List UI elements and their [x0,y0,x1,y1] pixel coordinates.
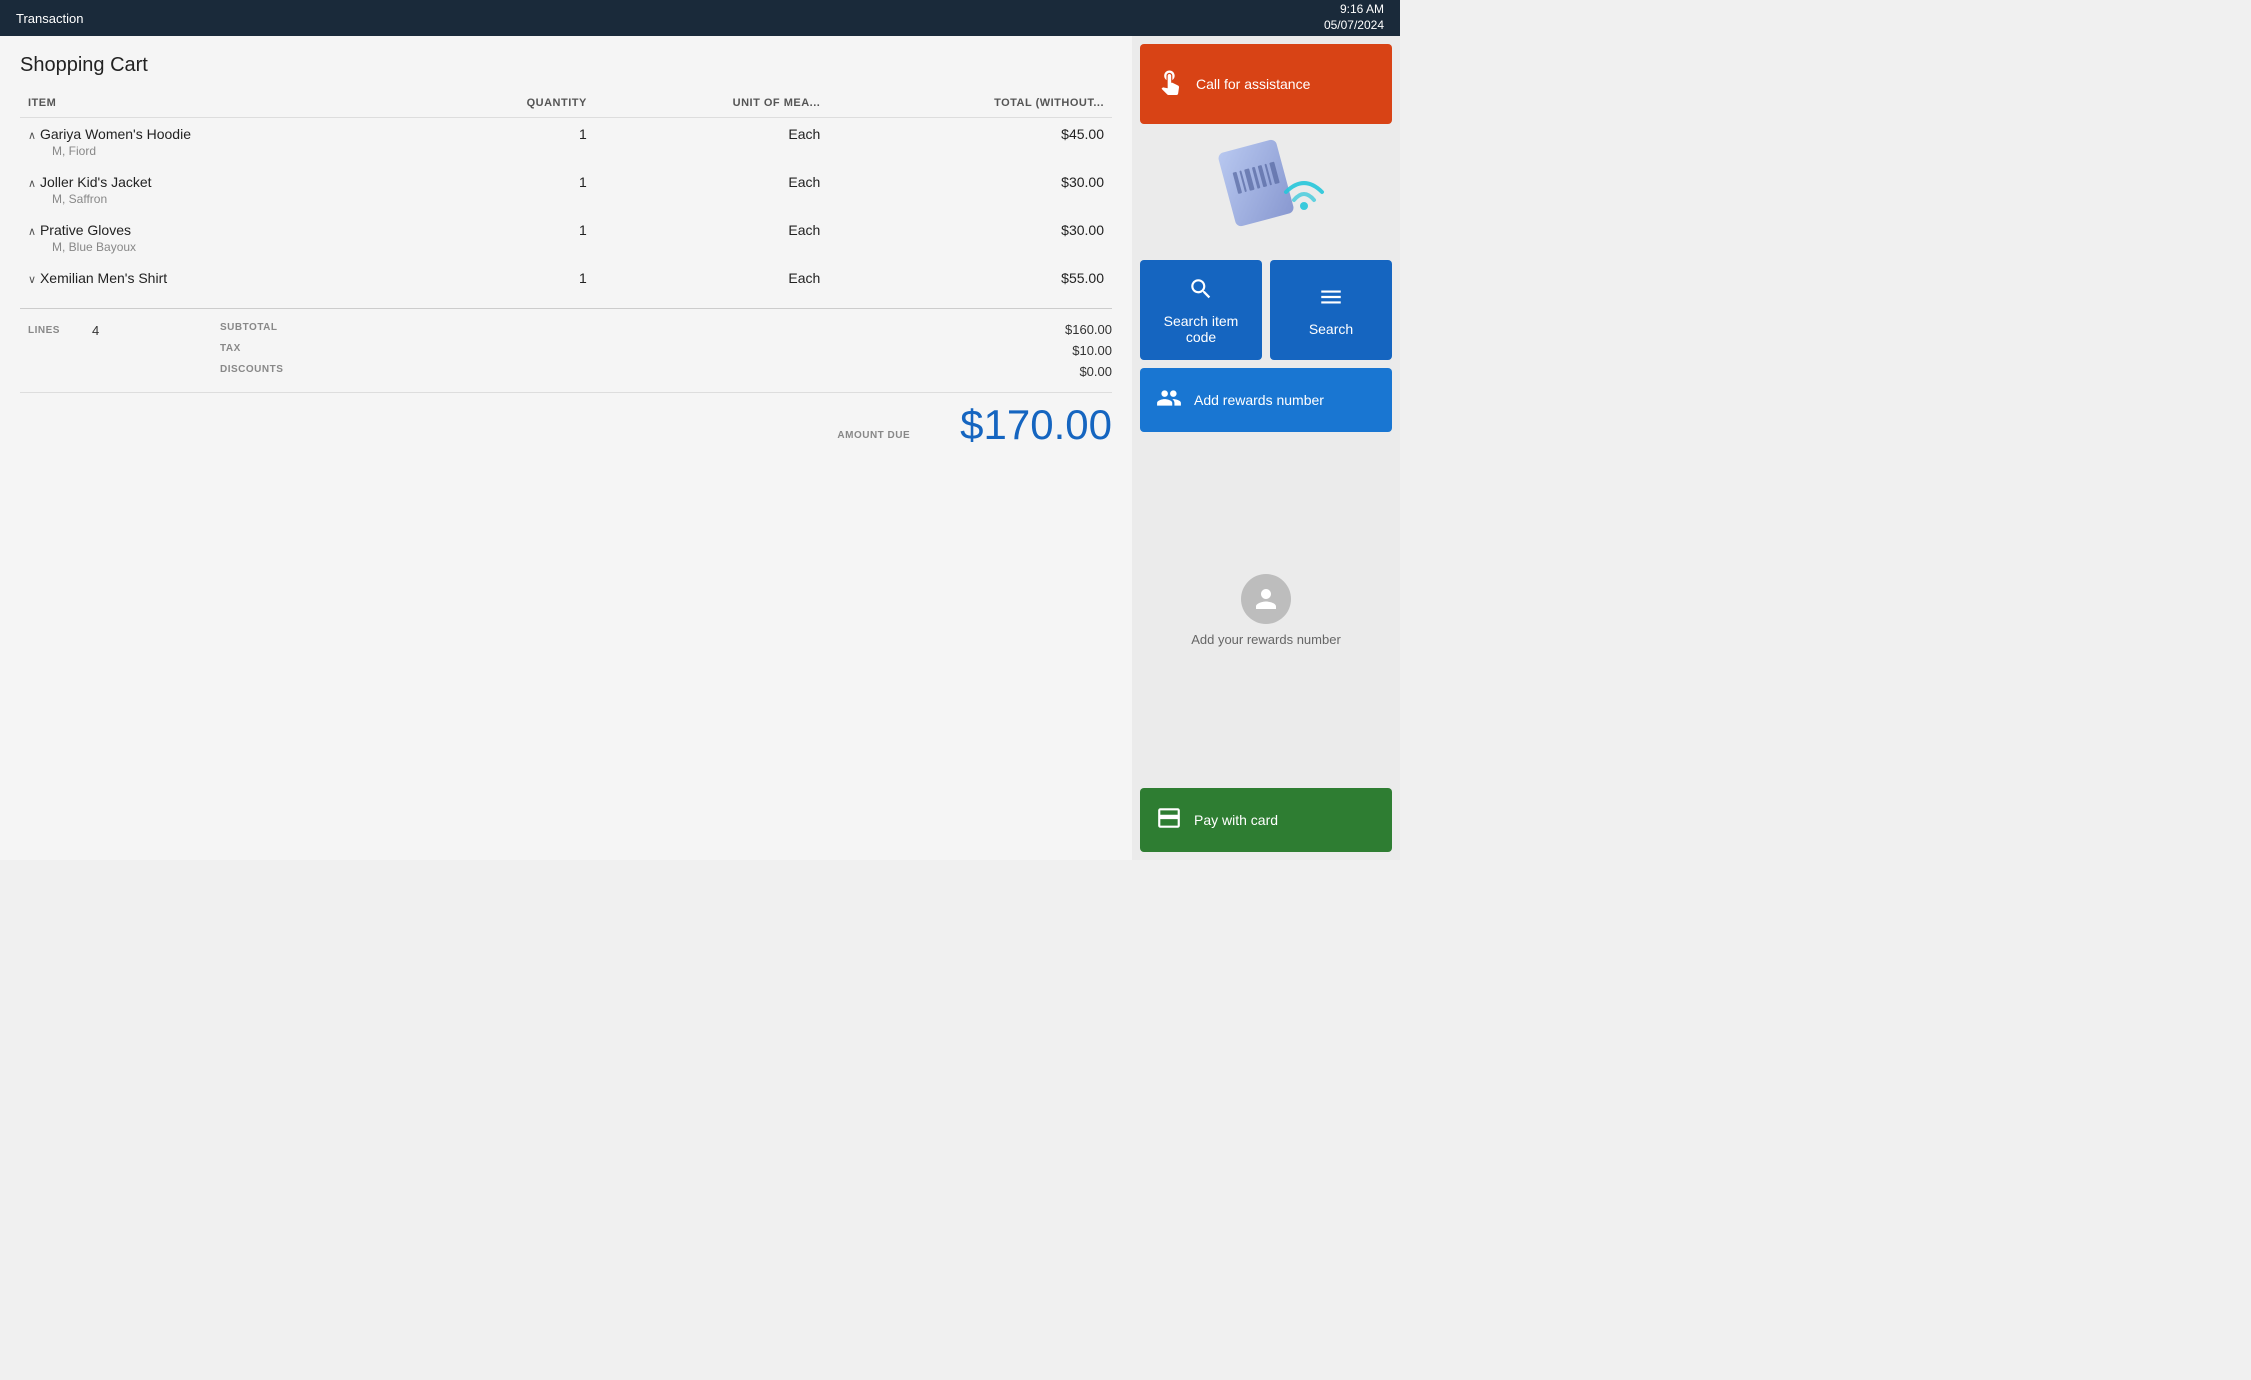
item-quantity: 1 [423,118,595,145]
date-display: 05/07/2024 [1324,18,1384,34]
table-row-subtext: M, Saffron [20,192,1112,214]
search-button[interactable]: Search [1270,260,1392,360]
call-assistance-label: Call for assistance [1196,76,1310,92]
item-name: Gariya Women's Hoodie [40,126,191,142]
app-title: Transaction [16,11,83,26]
item-name-cell: ∧ Gariya Women's Hoodie [20,118,423,145]
table-row-subtext: M, Fiord [20,144,1112,166]
discounts-row: DISCOUNTS $0.00 [220,361,1112,382]
item-subtext: M, Saffron [20,192,1112,214]
amount-due-value: $170.00 [960,401,1112,449]
subtotal-label: SUBTOTAL [220,322,278,337]
datetime-display: 9:16 AM 05/07/2024 [1324,2,1384,33]
cart-title: Shopping Cart [20,54,1112,77]
discounts-label: DISCOUNTS [220,364,283,379]
time-display: 9:16 AM [1324,2,1384,18]
item-name-cell: ∧ Joller Kid's Jacket [20,166,423,192]
uom-col-header: UNIT OF MEA... [595,91,828,118]
amount-due-label: AMOUNT DUE [837,430,910,449]
item-subtext: M, Blue Bayoux [20,240,1112,262]
table-row: ∧ Prative Gloves 1 Each $30.00 [20,214,1112,240]
rewards-avatar [1241,574,1291,624]
pay-with-card-button[interactable]: Pay with card [1140,788,1392,852]
bottom-info: LINES 4 SUBTOTAL $160.00 TAX $10.00 DISC… [20,308,1112,382]
rewards-placeholder-text: Add your rewards number [1191,632,1341,647]
item-name: Prative Gloves [40,222,131,238]
item-uom: Each [595,118,828,145]
item-name-cell: ∨ Xemilian Men's Shirt [20,262,423,288]
search-item-code-button[interactable]: Search item code [1140,260,1262,360]
collapse-icon[interactable]: ∧ [28,178,36,190]
item-quantity: 1 [423,262,595,288]
item-total: $45.00 [828,118,1112,145]
main-container: Shopping Cart ITEM QUANTITY UNIT OF MEA.… [0,36,1400,860]
right-panel: Call for assistance [1132,36,1400,860]
subtotal-value: $160.00 [1065,322,1112,337]
table-row: ∨ Xemilian Men's Shirt 1 Each $55.00 [20,262,1112,288]
call-assistance-button[interactable]: Call for assistance [1140,44,1392,124]
rewards-icon [1156,385,1182,415]
table-header-row: ITEM QUANTITY UNIT OF MEA... TOTAL (WITH… [20,91,1112,118]
item-quantity: 1 [423,214,595,240]
tax-row: TAX $10.00 [220,340,1112,361]
rewards-number-section: Add your rewards number [1140,440,1392,780]
table-row-subtext: M, Blue Bayoux [20,240,1112,262]
cart-bottom: LINES 4 SUBTOTAL $160.00 TAX $10.00 DISC… [20,308,1112,449]
item-subtext: M, Fiord [20,144,1112,166]
item-quantity: 1 [423,166,595,192]
item-name: Joller Kid's Jacket [40,174,152,190]
expand-icon[interactable]: ∨ [28,274,36,286]
search-item-code-label: Search item code [1148,313,1254,345]
item-total: $30.00 [828,214,1112,240]
item-total: $30.00 [828,166,1112,192]
totals-section: SUBTOTAL $160.00 TAX $10.00 DISCOUNTS $0… [220,319,1112,382]
scanner-illustration [1140,132,1392,252]
item-total: $55.00 [828,262,1112,288]
hand-icon [1156,67,1184,102]
search-code-icon [1188,276,1214,305]
add-rewards-label: Add rewards number [1194,392,1324,408]
amount-due-section: AMOUNT DUE $170.00 [20,392,1112,449]
collapse-icon[interactable]: ∧ [28,226,36,238]
tax-value: $10.00 [1072,343,1112,358]
item-uom: Each [595,262,828,288]
cart-table: ITEM QUANTITY UNIT OF MEA... TOTAL (WITH… [20,91,1112,288]
total-col-header: TOTAL (WITHOUT... [828,91,1112,118]
search-buttons-row: Search item code Search [1140,260,1392,360]
lines-label: LINES [28,325,60,336]
card-icon [1156,808,1182,832]
subtotal-row: SUBTOTAL $160.00 [220,319,1112,340]
item-name-cell: ∧ Prative Gloves [20,214,423,240]
table-row: ∧ Joller Kid's Jacket 1 Each $30.00 [20,166,1112,192]
item-uom: Each [595,214,828,240]
cart-panel: Shopping Cart ITEM QUANTITY UNIT OF MEA.… [0,36,1132,860]
search-label: Search [1309,321,1353,337]
lines-value: 4 [92,323,99,338]
pay-card-label: Pay with card [1194,812,1278,828]
lines-info: LINES 4 [20,319,220,382]
qty-col-header: QUANTITY [423,91,595,118]
add-rewards-number-button[interactable]: Add rewards number [1140,368,1392,432]
item-name: Xemilian Men's Shirt [40,270,167,286]
discounts-value: $0.00 [1079,364,1112,379]
item-uom: Each [595,166,828,192]
item-col-header: ITEM [20,91,423,118]
collapse-icon[interactable]: ∧ [28,130,36,142]
table-row: ∧ Gariya Women's Hoodie 1 Each $45.00 [20,118,1112,145]
search-menu-icon [1318,284,1344,313]
tax-label: TAX [220,343,241,358]
title-bar: Transaction 9:16 AM 05/07/2024 [0,0,1400,36]
